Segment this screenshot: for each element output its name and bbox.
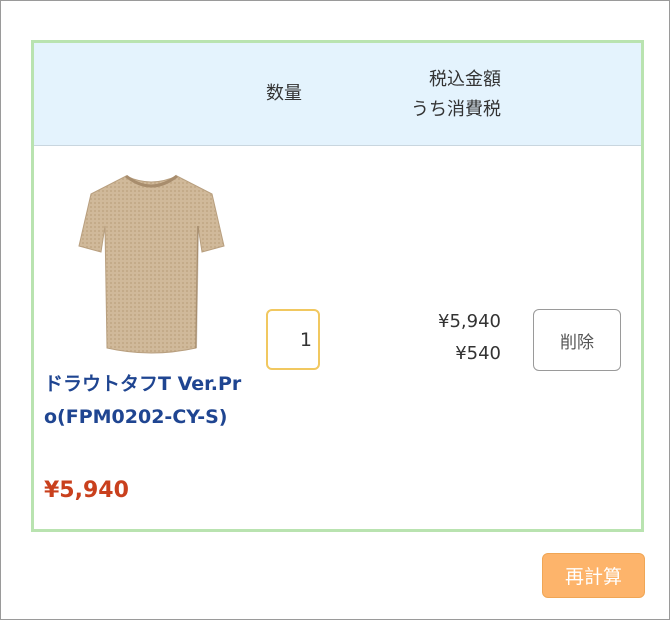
quantity-column-header: 数量	[266, 83, 302, 104]
cart-header: 数量 税込金額 うち消費税	[34, 43, 641, 146]
tax-label: うち消費税	[411, 99, 501, 120]
product-name-link[interactable]: ドラウトタフT Ver.Pro(FPM0202-CY-S)	[44, 368, 254, 434]
price-label: 税込金額	[429, 69, 501, 90]
cart-table: 数量 税込金額 うち消費税 ドラウトタフT Ver.Pro(FPM0202-CY…	[31, 40, 644, 532]
cart-row: ドラウトタフT Ver.Pro(FPM0202-CY-S) ¥5,940 ¥5,…	[34, 146, 641, 529]
row-tax: ¥540	[455, 343, 501, 364]
delete-button[interactable]: 削除	[533, 309, 621, 371]
price-column-header: 税込金額 うち消費税	[411, 65, 501, 125]
page-frame: 数量 税込金額 うち消費税 ドラウトタフT Ver.Pro(FPM0202-CY…	[0, 0, 670, 620]
tshirt-product-image[interactable]	[74, 166, 229, 366]
amount-cell: ¥5,940 ¥540	[438, 306, 501, 370]
recalculate-button[interactable]: 再計算	[542, 553, 645, 598]
quantity-input[interactable]	[266, 309, 320, 370]
product-price: ¥5,940	[44, 478, 129, 503]
row-total: ¥5,940	[438, 311, 501, 332]
